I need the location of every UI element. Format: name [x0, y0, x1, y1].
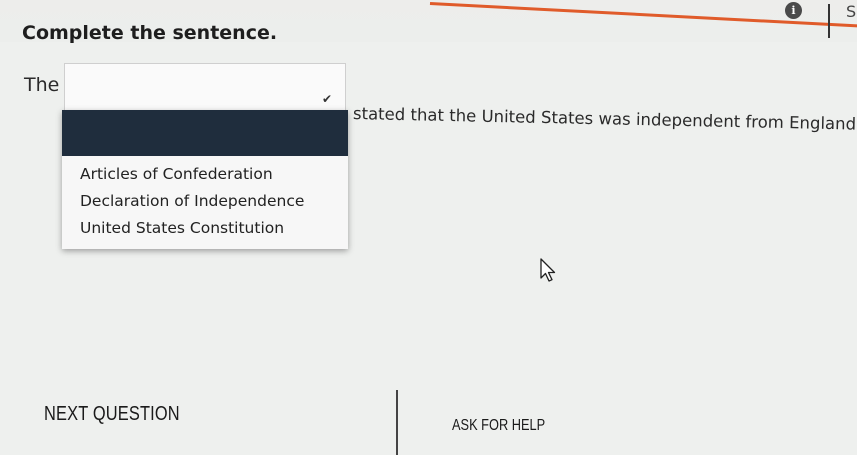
- question-prompt: Complete the sentence.: [22, 22, 278, 44]
- cut-off-label: S: [846, 2, 857, 21]
- chevron-down-icon[interactable]: ✔: [322, 92, 332, 106]
- next-question-button[interactable]: NEXT QUESTION: [44, 403, 180, 426]
- info-icon[interactable]: i: [785, 2, 802, 19]
- answer-dropdown[interactable]: [64, 63, 346, 113]
- ask-for-help-button[interactable]: ASK FOR HELP: [452, 417, 545, 435]
- sentence-start-text: The: [24, 74, 60, 96]
- dropdown-option[interactable]: Articles of Confederation: [80, 165, 273, 183]
- header-divider: [828, 4, 830, 38]
- dropdown-menu-header: [62, 110, 348, 156]
- footer-divider: [396, 390, 398, 455]
- sentence-end-text: stated that the United States was indepe…: [352, 104, 857, 134]
- dropdown-option[interactable]: Declaration of Independence: [80, 192, 304, 210]
- dropdown-menu: Articles of Confederation Declaration of…: [62, 110, 348, 249]
- dropdown-option[interactable]: United States Constitution: [80, 219, 284, 237]
- mouse-pointer-icon: [540, 258, 556, 282]
